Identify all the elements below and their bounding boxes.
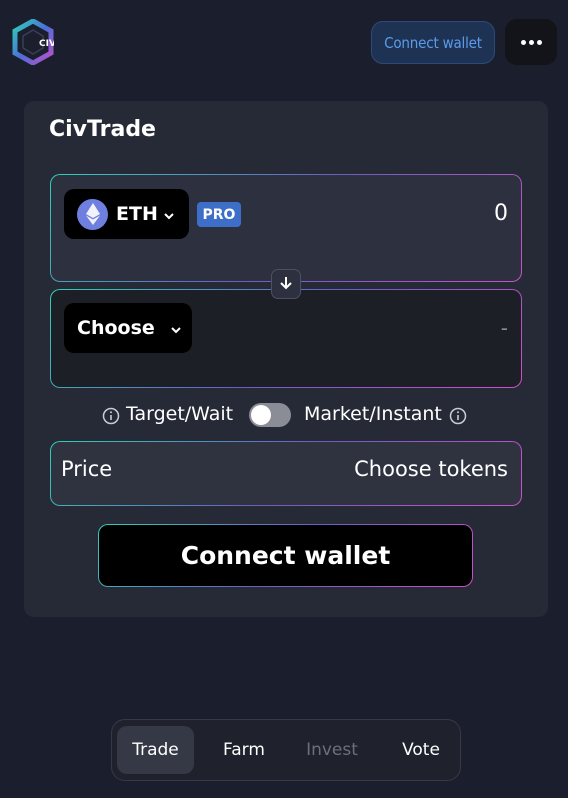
price-label: Price (61, 457, 113, 481)
pro-badge[interactable]: PRO (197, 202, 241, 227)
to-amount: - (500, 316, 508, 340)
nav-vote[interactable]: Vote (382, 726, 460, 774)
toggle-knob (251, 405, 271, 425)
price-value: Choose tokens (354, 457, 508, 481)
chevron-down-icon (171, 319, 181, 338)
price-panel: Price Choose tokens (50, 441, 522, 506)
civ-logo[interactable]: CIV (12, 18, 56, 66)
market-instant-label: Market/Instant (304, 403, 442, 425)
target-wait-label: Target/Wait (126, 403, 234, 425)
connect-wallet-main-button[interactable]: Connect wallet (98, 524, 473, 587)
from-token-panel: ETH PRO 0 (50, 174, 522, 282)
info-icon[interactable] (449, 407, 467, 429)
bottom-nav: Trade Farm Invest Vote (111, 719, 461, 781)
to-token-panel: Choose - (50, 289, 522, 388)
more-menu-button[interactable] (505, 19, 557, 65)
to-token-selector[interactable]: Choose (64, 303, 192, 353)
ethereum-icon (77, 198, 108, 230)
info-icon[interactable] (102, 407, 120, 429)
nav-farm[interactable]: Farm (205, 726, 283, 774)
header: CIV Connect wallet (0, 0, 568, 90)
from-token-label: ETH (116, 203, 158, 225)
connect-wallet-button[interactable]: Connect wallet (371, 21, 495, 64)
nav-invest: Invest (306, 740, 358, 760)
card-title: CivTrade (49, 117, 156, 142)
order-mode-row: Target/Wait Market/Instant (24, 400, 548, 430)
nav-trade[interactable]: Trade (117, 726, 194, 774)
more-dots-icon (520, 39, 542, 45)
from-token-selector[interactable]: ETH (64, 189, 189, 239)
logo-text: CIV (39, 39, 54, 49)
swap-direction-button[interactable] (271, 269, 301, 299)
arrow-down-icon (279, 275, 293, 294)
order-mode-toggle[interactable] (249, 403, 291, 427)
chevron-down-icon (164, 205, 174, 224)
trade-card: CivTrade ETH PRO 0 Choose - Target/Wait … (24, 101, 548, 617)
from-amount[interactable]: 0 (494, 201, 508, 226)
to-token-label: Choose (77, 317, 155, 339)
